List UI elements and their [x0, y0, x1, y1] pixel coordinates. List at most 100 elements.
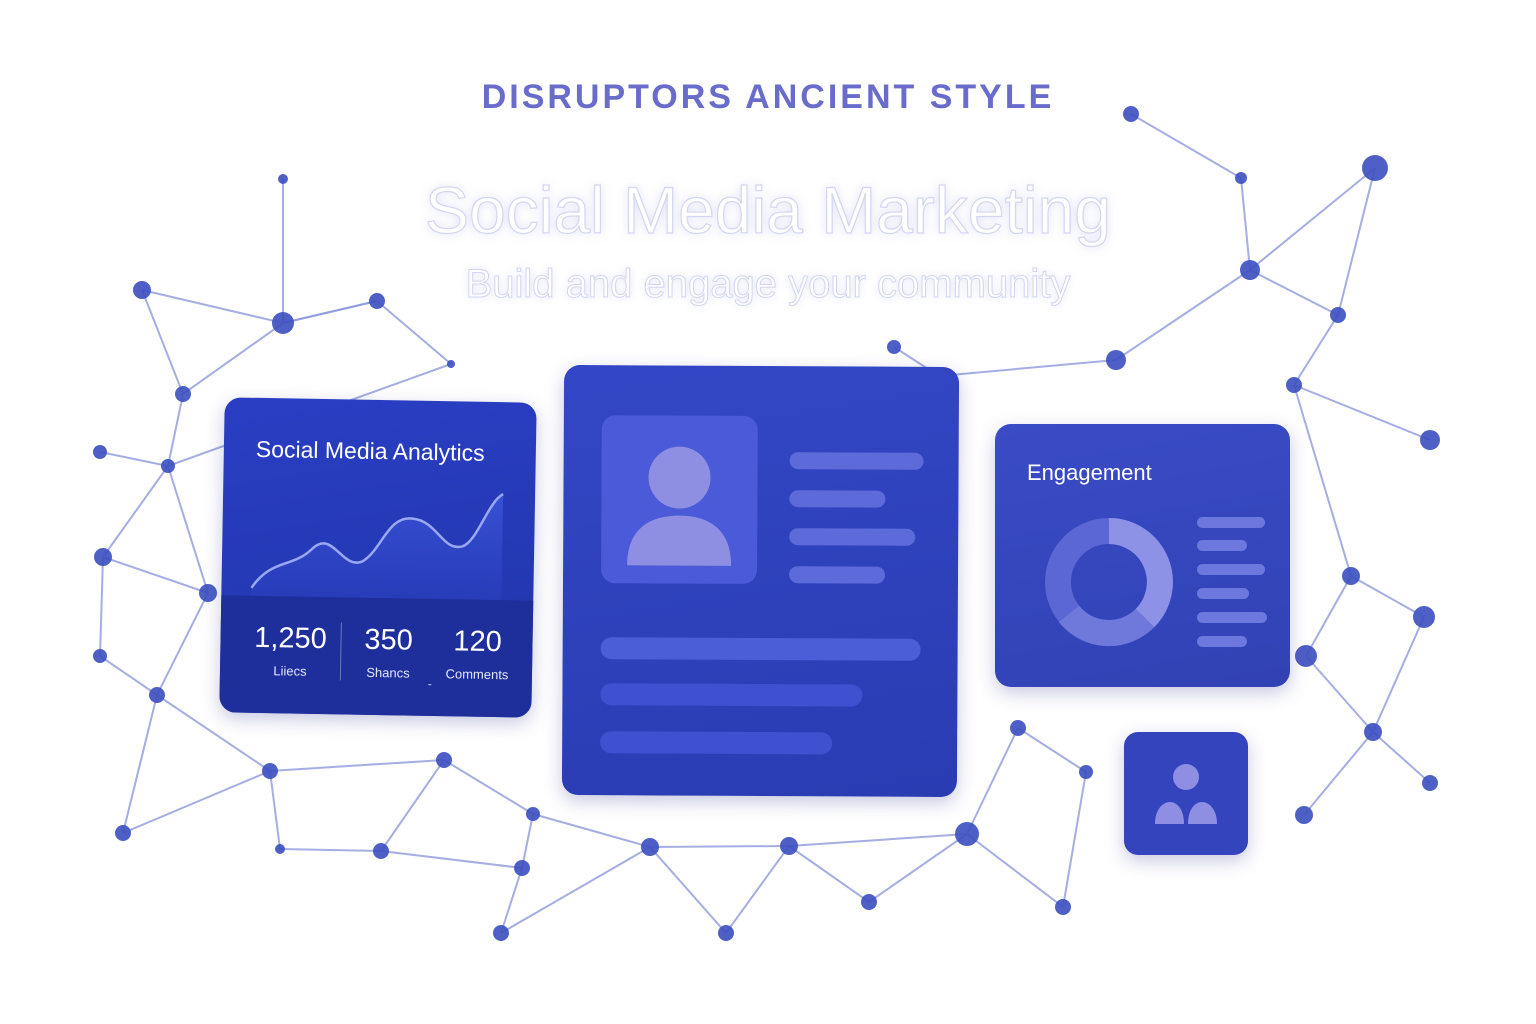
page-subtitle: Build and engage your community	[465, 262, 1071, 307]
analytics-card: Social Media Analytics 1,250 Liiecs 350 …	[219, 397, 537, 718]
network-node	[514, 860, 530, 876]
network-link	[725, 845, 790, 934]
network-link	[788, 833, 968, 847]
network-link	[102, 556, 209, 594]
network-node	[149, 687, 165, 703]
stat-comments-label: Comments	[445, 666, 509, 683]
network-link	[269, 759, 445, 772]
network-link	[99, 655, 158, 696]
network-link	[1372, 616, 1425, 733]
network-link	[649, 845, 790, 848]
network-node	[1079, 765, 1093, 779]
community-card	[1124, 732, 1248, 855]
network-node	[94, 548, 112, 566]
network-link	[167, 465, 209, 594]
analytics-card-title: Social Media Analytics	[255, 435, 485, 466]
network-node	[1422, 775, 1438, 791]
engagement-card-title: Engagement	[1027, 460, 1152, 485]
stat-shares-value: 350	[364, 623, 414, 657]
profile-text-line	[789, 528, 916, 546]
page-title: Social Media Marketing	[424, 172, 1111, 247]
brand-title: DISRUPTORS ANCIENT STYLE	[481, 78, 1055, 116]
profile-text-line	[788, 566, 886, 584]
stat-likes-label: Liiecs	[273, 663, 307, 679]
stat-comments: 120 Comments	[432, 625, 523, 683]
network-link	[380, 850, 523, 869]
legend-line	[1197, 564, 1265, 575]
network-node	[1364, 723, 1382, 741]
stat-shares-label: Shancs	[366, 664, 410, 681]
profile-content-line	[600, 683, 863, 707]
network-node	[1286, 377, 1302, 393]
network-link	[966, 833, 1064, 908]
network-node	[1420, 430, 1440, 450]
network-link	[1372, 731, 1431, 784]
legend-line	[1197, 588, 1249, 599]
profile-content-line	[600, 731, 833, 755]
legend-line	[1197, 612, 1267, 623]
engagement-card: Engagement	[995, 424, 1290, 687]
legend-line	[1197, 636, 1247, 647]
network-link	[1305, 575, 1352, 657]
network-node	[199, 584, 217, 602]
network-node	[275, 844, 285, 854]
network-link	[938, 359, 1117, 377]
network-link	[521, 813, 534, 869]
network-node	[780, 837, 798, 855]
legend-line	[1197, 517, 1265, 528]
network-node	[262, 763, 278, 779]
network-link	[122, 770, 271, 834]
stat-likes-value: 1,250	[254, 621, 328, 656]
network-link	[99, 451, 169, 467]
network-node	[93, 445, 107, 459]
network-link	[122, 694, 158, 834]
network-link	[269, 770, 281, 850]
network-node	[955, 822, 979, 846]
avatar	[600, 415, 758, 584]
network-link	[1293, 384, 1431, 441]
profile-card	[561, 364, 960, 798]
profile-content-line	[600, 637, 921, 661]
network-link	[182, 322, 284, 395]
network-link	[1293, 384, 1352, 577]
network-link	[376, 300, 452, 365]
network-link	[102, 465, 169, 558]
network-node	[887, 340, 901, 354]
community-icon	[1155, 764, 1217, 824]
network-link	[443, 759, 534, 815]
person-icon	[627, 446, 732, 566]
donut-chart-icon	[1045, 518, 1173, 647]
network-link	[788, 845, 870, 903]
network-link	[1130, 113, 1242, 179]
network-node	[1342, 567, 1360, 585]
network-link	[1303, 731, 1374, 816]
network-link	[1062, 771, 1087, 908]
network-node	[1330, 307, 1346, 323]
network-node	[272, 312, 294, 334]
network-node	[1010, 720, 1026, 736]
network-node	[161, 459, 175, 473]
network-link	[649, 846, 727, 934]
network-node	[493, 925, 509, 941]
network-link	[1017, 727, 1087, 773]
network-node	[526, 807, 540, 821]
network-node	[373, 843, 389, 859]
network-link	[1305, 655, 1374, 733]
network-node	[93, 649, 107, 663]
stat-shares: 350 Shancs	[348, 624, 429, 681]
network-node	[436, 752, 452, 768]
network-node	[718, 925, 734, 941]
network-link	[99, 556, 104, 657]
network-link	[1293, 314, 1339, 386]
network-link	[868, 833, 968, 903]
network-link	[1350, 575, 1425, 618]
line-chart-icon	[250, 493, 504, 601]
network-link	[167, 393, 184, 467]
stat-comments-value: 120	[453, 625, 503, 659]
network-node	[1055, 899, 1071, 915]
network-node	[641, 838, 659, 856]
network-node	[1295, 806, 1313, 824]
stat-divider	[339, 622, 342, 681]
network-node	[175, 386, 191, 402]
network-link	[156, 592, 209, 696]
